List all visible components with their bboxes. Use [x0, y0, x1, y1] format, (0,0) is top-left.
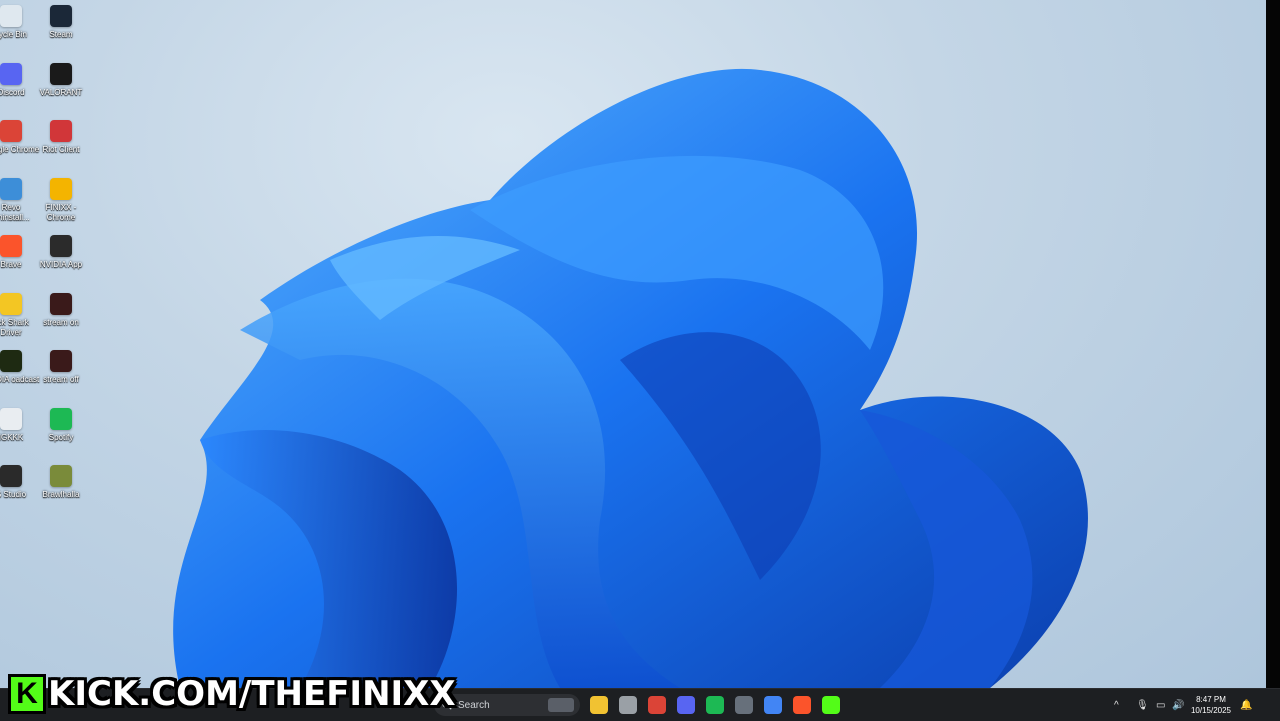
- desktop-shortcut[interactable]: Steam: [32, 5, 90, 59]
- riot-icon: [50, 120, 72, 142]
- desktop-shortcut[interactable]: stream on: [32, 292, 90, 347]
- spotify-icon: [50, 407, 72, 430]
- desktop-shortcut[interactable]: Brawlhalla: [32, 465, 90, 519]
- steam-icon[interactable]: [735, 696, 753, 714]
- obs-icon: [0, 465, 22, 487]
- taskbar-clock[interactable]: 8:47 PM 10/15/2025: [1188, 694, 1234, 716]
- desktop-shortcut-label: stream off: [43, 375, 79, 384]
- task-view-icon[interactable]: [619, 696, 637, 714]
- nvidia-icon: [50, 235, 72, 257]
- search-highlight-art: [548, 698, 574, 712]
- blank-file-icon: [0, 407, 22, 430]
- stream-on-icon: [50, 292, 72, 315]
- desktop-shortcut-label: NVIDIA App: [39, 260, 83, 269]
- stream-off-icon: [50, 350, 72, 372]
- microphone-icon[interactable]: 🎙: [1136, 689, 1149, 721]
- file-explorer-icon[interactable]: [590, 696, 608, 714]
- desktop-shortcut[interactable]: Spotify: [32, 407, 90, 462]
- desktop-shortcut[interactable]: FINIXX - Chrome: [32, 177, 90, 232]
- recycle-bin-icon: [0, 5, 22, 27]
- desktop-shortcut-label: Spotify: [48, 432, 74, 442]
- desktop-shortcut-label: VALORANT: [39, 87, 83, 97]
- chrome-icon[interactable]: [648, 696, 666, 714]
- search-placeholder: Search: [458, 699, 490, 711]
- clock-date: 10/15/2025: [1190, 706, 1232, 715]
- chrome-icon: [0, 120, 22, 142]
- screen-edge-bar: [1266, 0, 1280, 688]
- kick-logo: K: [8, 674, 46, 714]
- chrome-profile-icon: [50, 177, 72, 200]
- desktop-shortcut-label: stream on: [43, 317, 79, 327]
- desktop-shortcut-label: Steam: [49, 30, 73, 39]
- brawlhalla-icon: [50, 465, 72, 487]
- valorant-icon: [50, 62, 72, 85]
- show-hidden-icons-button[interactable]: ^: [1114, 689, 1119, 721]
- desktop-shortcut[interactable]: stream off: [32, 350, 90, 404]
- network-icon[interactable]: ▭: [1156, 689, 1165, 721]
- discord-icon: [0, 62, 22, 85]
- clock-time: 8:47 PM: [1196, 695, 1226, 704]
- revo-icon: [0, 177, 22, 200]
- spotify-icon[interactable]: [706, 696, 724, 714]
- blackshark-icon: [0, 292, 22, 315]
- volume-icon[interactable]: 🔊: [1172, 689, 1184, 721]
- desktop-shortcut-label: Brawlhalla: [42, 490, 80, 499]
- discord-icon[interactable]: [677, 696, 695, 714]
- desktop-shortcut[interactable]: NVIDIA App: [32, 235, 90, 289]
- desktop-shortcut[interactable]: VALORANT: [32, 62, 90, 117]
- brave-icon: [0, 235, 22, 257]
- chrome-profile-icon[interactable]: [764, 696, 782, 714]
- steam-icon: [50, 5, 72, 27]
- desktop-shortcut-label: FINIXX - Chrome: [45, 202, 77, 222]
- windows-bloom-wallpaper: [173, 68, 1088, 688]
- desktop-shortcut[interactable]: Riot Client: [32, 120, 90, 174]
- stream-overlay-banner: K KICK.COM/THEFINIXX: [8, 672, 456, 716]
- kick-channel-url: KICK.COM/THEFINIXX: [48, 674, 456, 714]
- desktop-shortcut-label: Riot Client: [42, 145, 80, 154]
- kick-icon[interactable]: [822, 696, 840, 714]
- nvidia-broadcast-icon: [0, 350, 22, 372]
- notifications-icon[interactable]: 🔔: [1240, 689, 1252, 721]
- desktop-background: cycle BinSteamDiscordVALORANTGoogle Chro…: [0, 0, 1266, 688]
- brave-icon[interactable]: [793, 696, 811, 714]
